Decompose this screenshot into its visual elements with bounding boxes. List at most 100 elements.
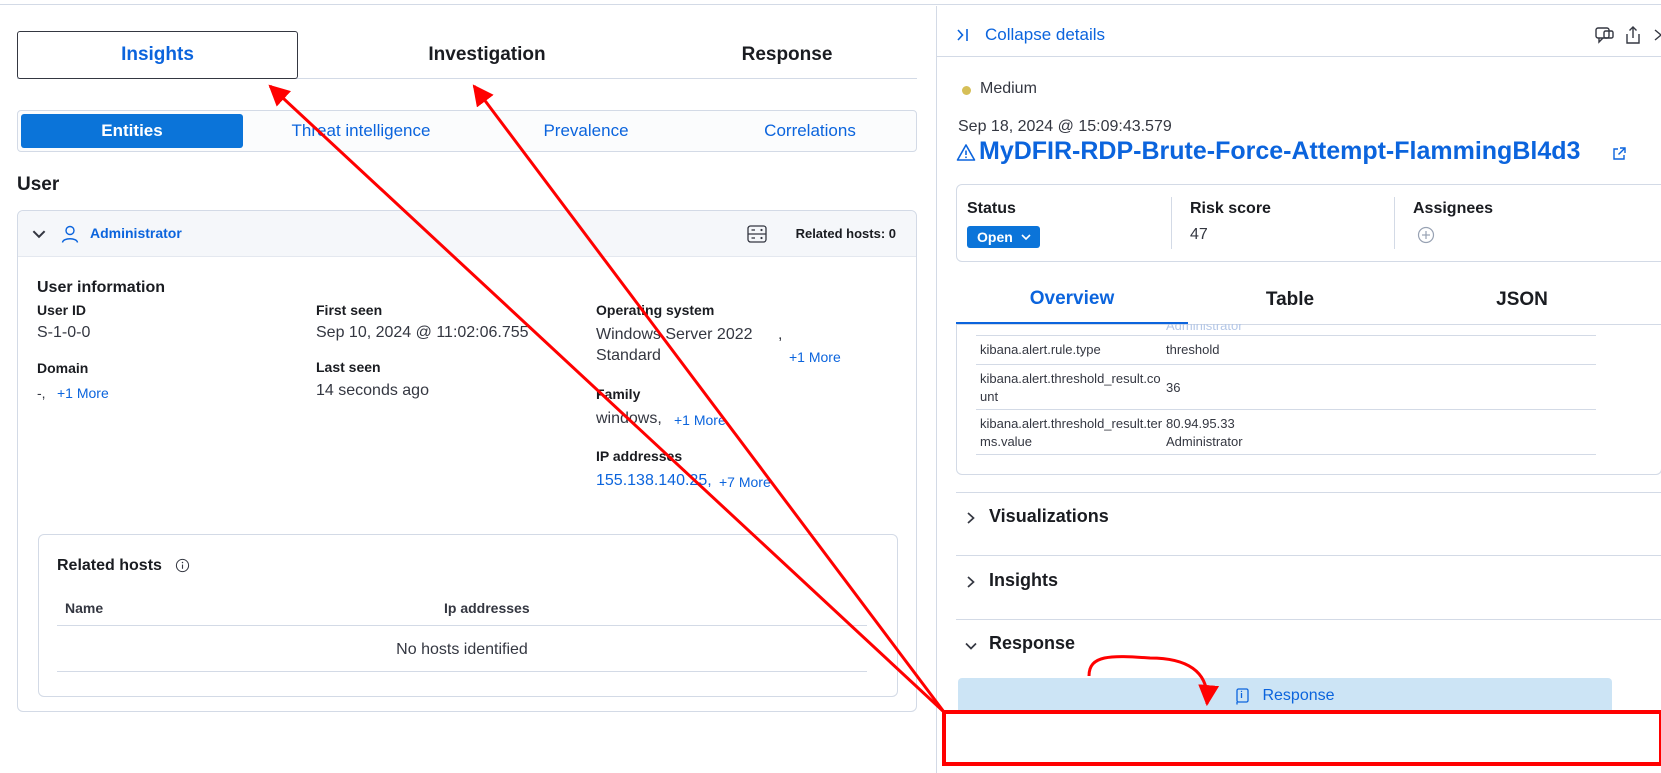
domain-label: Domain (37, 360, 89, 376)
user-information-title: User information (37, 279, 166, 296)
alert-details-flyout: Collapse details Medium Sep 18, 2024 @ 1… (936, 6, 1661, 773)
tab-insights[interactable]: Insights (17, 31, 298, 79)
section-insights[interactable]: Insights (989, 570, 1058, 591)
chevron-down-icon[interactable] (30, 225, 48, 243)
plus-circle-icon[interactable] (1417, 226, 1435, 244)
user-id-value: S-1-0-0 (37, 324, 91, 341)
alert-timestamp: Sep 18, 2024 @ 15:09:43.579 (958, 118, 1172, 135)
chevron-down-icon[interactable] (964, 639, 978, 653)
related-hosts-count: Related hosts: 0 (795, 226, 896, 241)
close-icon[interactable] (1654, 29, 1661, 41)
risk-score-value: 47 (1190, 226, 1208, 243)
section-response[interactable]: Response (989, 633, 1075, 654)
share-icon[interactable] (1626, 26, 1640, 44)
field-value-cell: 80.94.95.33 (1166, 416, 1235, 431)
tab-response[interactable]: Response (637, 31, 937, 79)
tab-investigation[interactable]: Investigation (337, 31, 637, 79)
last-seen-label: Last seen (316, 359, 381, 375)
table-bottom-divider (57, 671, 867, 672)
field-name-cell: kibana.alert.threshold_result.count (980, 371, 1161, 404)
row-divider (976, 335, 1596, 336)
chevron-right-icon[interactable] (964, 511, 978, 525)
info-icon[interactable] (175, 558, 190, 573)
table-header-divider (57, 625, 867, 626)
first-seen-label: First seen (316, 302, 383, 318)
field-value-cell: Administrator (1166, 434, 1243, 449)
field-name-cell: kibana.alert.threshold_result.terms.valu… (980, 416, 1163, 449)
tab-json[interactable]: JSON (1406, 276, 1638, 324)
assignees-label: Assignees (1413, 200, 1494, 217)
section-divider (956, 619, 1661, 620)
warning-icon (956, 144, 976, 161)
main-tab-bar: Insights Investigation Response (17, 24, 917, 79)
ip-address-link[interactable]: 155.138.140.25, (596, 472, 712, 490)
user-id-label: User ID (37, 302, 87, 318)
section-divider (956, 555, 1661, 556)
header-divider (937, 56, 1661, 57)
status-label: Status (967, 200, 1016, 217)
response-button[interactable]: Response (958, 678, 1612, 714)
empty-table-message: No hosts identified (396, 641, 528, 658)
header-action-icons (1595, 26, 1661, 44)
insights-sub-tabs: Entities Threat intelligence Prevalence … (17, 110, 917, 152)
column-header-name[interactable]: Name (65, 600, 103, 616)
subtab-prevalence[interactable]: Prevalence (475, 114, 697, 148)
last-seen-value: 14 seconds ago (316, 382, 429, 399)
domain-value: -, (37, 385, 46, 401)
risk-divider (1394, 197, 1395, 249)
ip-more-link[interactable]: +7 More (719, 474, 771, 490)
domain-more-link[interactable]: +1 More (57, 385, 109, 401)
external-link-icon[interactable] (1611, 146, 1627, 162)
insights-panel: Insights Investigation Response Entities… (0, 6, 935, 773)
collapse-icon[interactable] (956, 27, 970, 43)
status-dropdown-button[interactable]: Open (967, 226, 1040, 248)
response-icon (1236, 687, 1250, 704)
subtab-correlations[interactable]: Correlations (699, 114, 921, 148)
tab-table[interactable]: Table (1174, 276, 1406, 324)
status-divider (1171, 197, 1172, 249)
subtab-threat-intelligence[interactable]: Threat intelligence (250, 114, 472, 148)
chevron-right-icon[interactable] (964, 575, 978, 589)
field-value-cell: threshold (1166, 342, 1220, 357)
os-more-link[interactable]: +1 More (789, 349, 841, 365)
os-separator: , (778, 326, 783, 343)
risk-score-label: Risk score (1190, 200, 1271, 217)
tab-overview[interactable]: Overview (956, 276, 1188, 324)
subtab-entities[interactable]: Entities (21, 114, 243, 148)
user-section-heading: User (17, 174, 60, 195)
family-label: Family (596, 386, 641, 402)
os-value: Windows Server 2022 (596, 326, 753, 343)
column-header-ip-addresses[interactable]: Ip addresses (444, 600, 530, 616)
os-label: Operating system (596, 302, 715, 318)
user-name-link[interactable]: Administrator (90, 225, 182, 241)
section-divider (956, 492, 1661, 493)
row-divider (976, 364, 1596, 365)
collapse-details-link[interactable]: Collapse details (985, 25, 1105, 45)
details-tab-bar: Overview Table JSON (956, 276, 1661, 325)
severity-dot (962, 86, 971, 95)
chevron-down-icon (1021, 234, 1031, 241)
alert-status-panel: Status Open Risk score 47 Assignees (956, 184, 1661, 262)
row-divider (976, 409, 1596, 410)
ip-addresses-label: IP addresses (596, 448, 683, 464)
family-more-link[interactable]: +1 More (674, 412, 726, 428)
top-border (0, 4, 1661, 5)
highlighted-fields-table: Administrator kibana.alert.rule.type thr… (956, 324, 1661, 475)
row-divider (976, 454, 1596, 455)
scrolled-cell-value: Administrator (1166, 324, 1243, 333)
user-card-header[interactable]: Administrator Related hosts: 0 (18, 211, 916, 257)
chat-icon[interactable] (1595, 27, 1614, 44)
family-value: windows, (596, 410, 662, 427)
related-hosts-panel: Related hosts Name Ip addresses No hosts… (38, 534, 898, 697)
severity-label: Medium (980, 80, 1037, 97)
status-value: Open (977, 229, 1013, 245)
hosts-icon (747, 225, 767, 243)
user-entity-card: Administrator Related hosts: 0 User info… (17, 210, 917, 712)
related-hosts-title: Related hosts (57, 557, 162, 574)
field-value-cell: 36 (1166, 380, 1181, 395)
first-seen-value: Sep 10, 2024 @ 11:02:06.755 (316, 324, 529, 341)
rule-name-link[interactable]: MyDFIR-RDP-Brute-Force-Attempt-FlammingB… (979, 137, 1580, 166)
os-value-edition: Standard (596, 347, 661, 364)
section-visualizations[interactable]: Visualizations (989, 506, 1109, 527)
field-name-cell: kibana.alert.rule.type (980, 342, 1101, 357)
